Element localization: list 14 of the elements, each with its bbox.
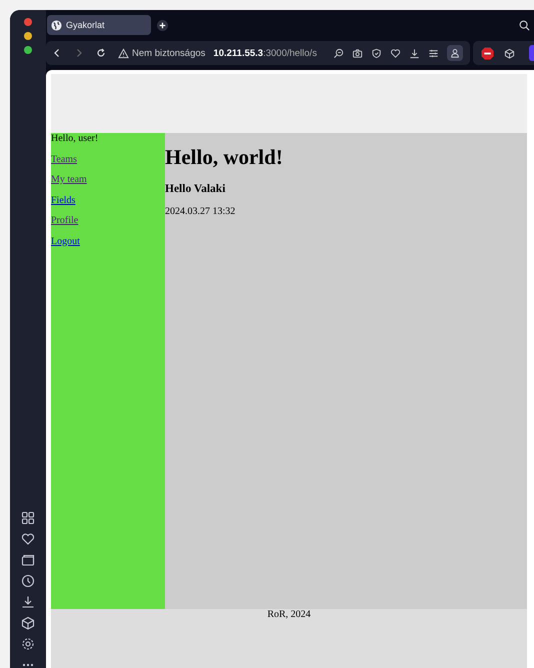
nav-link[interactable]: My team bbox=[51, 174, 87, 186]
address-bar[interactable]: Nem biztonságos 10.211.55.3:3000/hello/s bbox=[46, 41, 470, 65]
security-label: Nem biztonságos bbox=[132, 48, 206, 58]
url-text[interactable]: 10.211.55.3:3000/hello/s bbox=[213, 48, 326, 58]
browser-tab[interactable]: Gyakorlat bbox=[47, 15, 151, 35]
nav-link[interactable]: Teams bbox=[51, 154, 77, 166]
timestamp: 2024.03.27 13:32 bbox=[165, 206, 236, 218]
page-title: Hello, world! bbox=[165, 145, 284, 169]
greeting-heading: Hello Valaki bbox=[165, 182, 226, 196]
nav-link[interactable]: Logout bbox=[51, 236, 80, 248]
footer-text: RoR, 2024 bbox=[267, 609, 311, 621]
nav-link[interactable]: Fields bbox=[51, 194, 76, 206]
nav-link[interactable]: Profile bbox=[51, 215, 78, 227]
greeting-text: Hello, user! bbox=[51, 133, 100, 145]
